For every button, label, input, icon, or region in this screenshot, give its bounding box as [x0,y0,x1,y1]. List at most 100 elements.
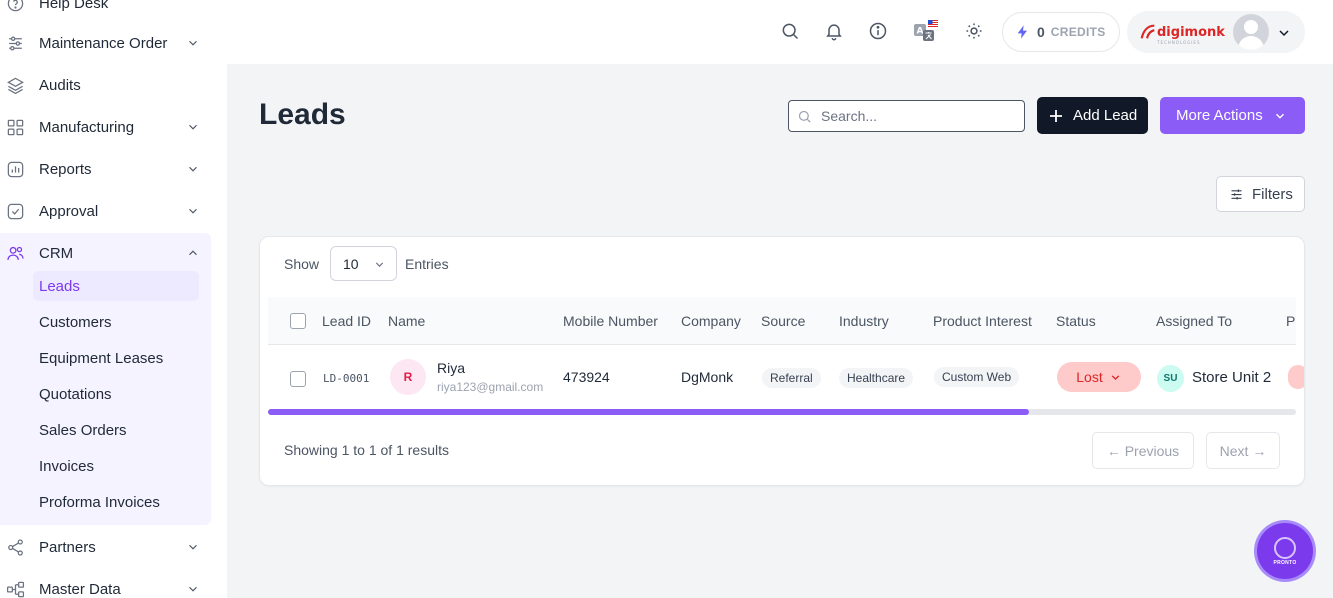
sidebar-item-label: Audits [39,76,81,94]
chevron-up-icon [189,250,197,256]
assistant-fab[interactable]: PRONTO [1257,523,1313,579]
sidebar-subitem-leads[interactable]: Leads [33,271,199,301]
assignee-avatar: SU [1157,365,1184,392]
column-header-company[interactable]: Company [681,313,741,329]
sidebar-item-label: Approval [39,202,99,220]
assistant-logo-icon [1274,536,1296,559]
column-header-industry[interactable]: Industry [839,313,889,329]
company-name: digimonk [1157,24,1225,40]
chevron-down-icon [375,262,384,267]
search-icon[interactable] [779,20,801,42]
add-lead-label: Add Lead [1073,107,1138,124]
filter-sliders-icon [1231,189,1242,199]
sidebar-subitem-sales-orders[interactable]: Sales Orders [33,415,199,445]
assistant-label: PRONTO [1273,559,1297,566]
lead-email-cell: riya123@gmail.com [437,380,544,394]
filters-label: Filters [1252,185,1293,203]
column-header-assigned-to[interactable]: Assigned To [1156,313,1232,329]
filters-button[interactable]: Filters [1216,176,1305,212]
sidebar-subitem-invoices[interactable]: Invoices [33,451,199,481]
search-input[interactable] [821,102,1016,130]
sidebar-item-crm[interactable]: CRM [0,235,211,271]
credits-label: CREDITS [1050,25,1106,39]
scrollbar-thumb[interactable] [268,409,1029,415]
sidebar-item-master-data[interactable]: Master Data [0,571,211,598]
sidebar-item-label: Master Data [39,580,121,598]
sidebar-item-maintenance-order[interactable]: Maintenance Order [0,25,211,61]
sidebar-subitem-equipment-leases[interactable]: Equipment Leases [33,343,199,373]
chevron-down-icon [189,124,197,130]
lead-id-cell: LD-0001 [323,372,370,385]
entries-label: Entries [405,256,449,272]
sidebar-item-manufacturing[interactable]: Manufacturing [0,109,211,145]
plus-icon [1050,109,1062,122]
profile-menu[interactable]: digimonk TECHNOLOGIES [1127,11,1305,53]
sidebar-item-label: Maintenance Order [39,34,168,52]
user-avatar[interactable] [1233,14,1269,50]
table-row[interactable]: LD-0001 R Riya riya123@gmail.com 473924 … [268,345,1304,409]
grid-icon [5,117,25,137]
column-header-product-interest[interactable]: Product Interest [933,313,1032,329]
next-button[interactable]: Next → [1206,432,1280,469]
chevron-down-icon [189,208,197,214]
horizontal-scrollbar[interactable] [268,409,1296,415]
status-label: Lost [1076,369,1103,385]
sidebar-item-label: Reports [39,160,92,178]
row-checkbox[interactable] [290,371,306,387]
info-icon[interactable] [867,20,889,42]
add-lead-button[interactable]: Add Lead [1037,97,1148,134]
logo-mark-icon [1140,24,1155,39]
source-badge: Referral [762,368,821,388]
company-cell: DgMonk [681,369,734,385]
search-icon [798,110,811,123]
sidebar-item-help-desk[interactable]: Help Desk [0,0,211,21]
leads-table-card: Show 10 Entries Lead ID Name Mobile Numb… [259,236,1305,486]
credits-badge[interactable]: 0 CREDITS [1002,12,1120,52]
more-actions-button[interactable]: More Actions [1160,97,1305,134]
entries-select[interactable]: 10 [330,246,397,281]
hierarchy-icon [5,579,25,598]
chevron-down-icon [189,586,197,592]
more-actions-label: More Actions [1176,107,1263,124]
sidebar-item-partners[interactable]: Partners [0,529,211,565]
sidebar-subitem-customers[interactable]: Customers [33,307,199,337]
translate-icon[interactable]: A [913,20,939,42]
assigned-to-cell: Store Unit 2 [1192,369,1272,386]
industry-badge: Healthcare [839,368,914,388]
column-header-name[interactable]: Name [388,313,425,329]
lead-avatar: R [390,359,426,395]
search-box[interactable] [788,100,1025,132]
page-title: Leads [259,98,346,131]
sidebar-item-audits[interactable]: Audits [0,67,211,103]
sliders-icon [5,33,25,53]
column-header-status[interactable]: Status [1056,313,1096,329]
table-header: Lead ID Name Mobile Number Company Sourc… [268,297,1296,345]
chevron-down-icon [189,166,197,172]
results-summary: Showing 1 to 1 of 1 results [284,442,449,458]
sun-icon[interactable] [963,20,985,42]
chevron-down-icon[interactable] [1276,25,1292,41]
sidebar-item-label: Partners [39,538,96,556]
priority-badge [1288,365,1304,389]
bar-chart-icon [5,159,25,179]
status-dropdown[interactable]: Lost [1057,362,1141,392]
column-header-partial[interactable]: P [1286,313,1295,329]
credits-count: 0 [1037,24,1045,40]
column-header-source[interactable]: Source [761,313,805,329]
sidebar-item-reports[interactable]: Reports [0,151,211,187]
sidebar-item-label: Help Desk [39,0,109,12]
sidebar-subitem-proforma-invoices[interactable]: Proforma Invoices [33,487,199,517]
column-header-mobile[interactable]: Mobile Number [563,313,658,329]
bell-icon[interactable] [823,20,845,42]
company-logo: digimonk [1139,22,1225,42]
sidebar-subitem-quotations[interactable]: Quotations [33,379,199,409]
select-all-checkbox[interactable] [290,313,306,329]
chevron-down-icon [1111,374,1119,380]
previous-button[interactable]: ← Previous [1092,432,1194,469]
share-icon [5,537,25,557]
top-bar: A 0 CREDITS digimonk TECHNOLOGIES [227,0,1333,64]
lead-name-cell[interactable]: Riya [437,360,465,376]
column-header-lead-id[interactable]: Lead ID [322,313,371,329]
help-circle-icon [5,0,25,13]
sidebar-item-approval[interactable]: Approval [0,193,211,229]
